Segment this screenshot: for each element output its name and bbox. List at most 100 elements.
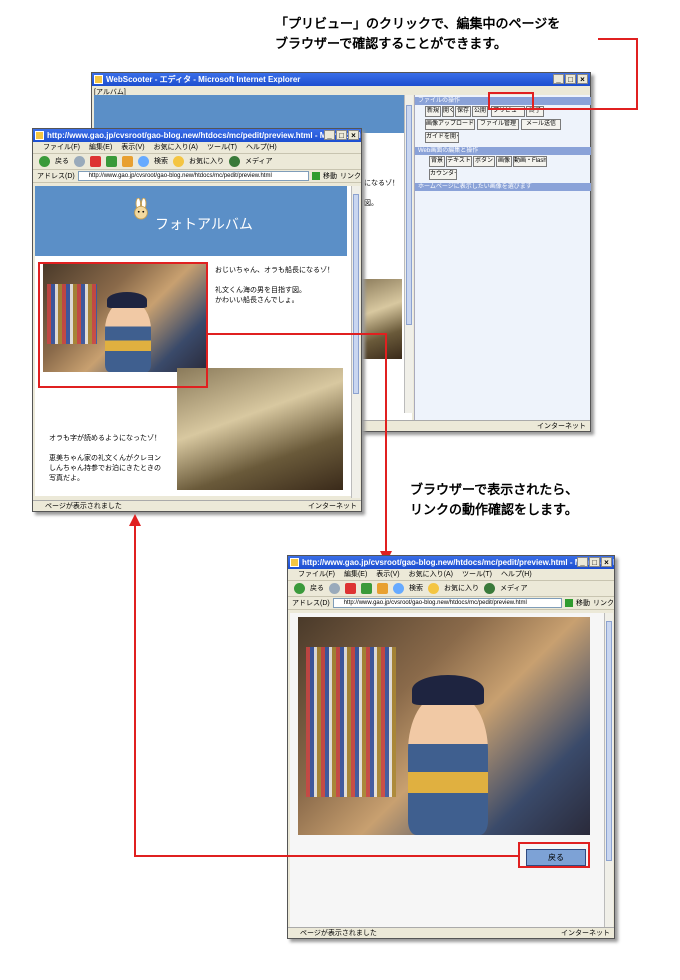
ie-icon — [35, 131, 44, 140]
preview2-scrollbar[interactable] — [604, 613, 613, 927]
address-label: アドレス(D) — [292, 599, 330, 607]
links-label[interactable]: リンク — [340, 170, 361, 182]
address-input[interactable]: http://www.gao.jp/cvsroot/gao-blog.new/h… — [77, 171, 309, 181]
editor-partial-text-1: になるゾ！ — [364, 180, 399, 187]
status-text: ページが表示されました — [300, 930, 377, 937]
search-label[interactable]: 検索 — [409, 581, 423, 596]
menu-view[interactable]: 表示(V) — [376, 569, 399, 580]
menu-help[interactable]: ヘルプ(H) — [501, 569, 532, 580]
maximize-icon[interactable]: □ — [565, 74, 576, 84]
callout-connector — [636, 38, 638, 110]
menu-view[interactable]: 表示(V) — [121, 142, 144, 153]
enlarged-photo — [298, 617, 590, 835]
menu-file[interactable]: ファイル(F) — [298, 569, 335, 580]
preview2-titlebar[interactable]: http://www.gao.jp/cvsroot/gao-blog.new/h… — [288, 556, 614, 569]
search-icon[interactable] — [138, 156, 149, 167]
photo-album-banner: フォトアルバム — [35, 186, 347, 256]
arrow-up-icon — [129, 514, 141, 526]
button-button[interactable]: ボタン — [473, 156, 495, 167]
go-label[interactable]: 移動 — [323, 170, 337, 182]
media-label[interactable]: メディア — [500, 581, 528, 596]
refresh-icon[interactable] — [106, 156, 117, 167]
search-label[interactable]: 検索 — [154, 154, 168, 169]
preview1-menubar: ファイル(F) 編集(E) 表示(V) お気に入り(A) ツール(T) ヘルプ(… — [33, 142, 361, 154]
go-label[interactable]: 移動 — [576, 597, 590, 609]
go-arrow-icon[interactable] — [565, 599, 573, 607]
forward-arrow-icon[interactable] — [329, 583, 340, 594]
maximize-icon[interactable]: □ — [589, 557, 600, 567]
open-button[interactable]: 開く — [442, 106, 454, 117]
open-guide-button[interactable]: ガイドを開く — [425, 132, 459, 143]
preview1-scrollbar[interactable] — [351, 186, 360, 498]
return-flow-connector — [134, 524, 136, 857]
preview1-statusbar: ページが表示されました インターネット — [33, 500, 361, 511]
go-arrow-icon[interactable] — [312, 172, 320, 180]
favorites-star-icon[interactable] — [428, 583, 439, 594]
album-caption-1: おじいちゃん、オラも船長になるゾ！ 礼文くん海の男を目指す図。 かわいい船長さん… — [215, 267, 334, 304]
menu-file[interactable]: ファイル(F) — [43, 142, 80, 153]
preview2-statusbar: ページが表示されました インターネット — [288, 927, 614, 938]
stop-icon[interactable] — [345, 583, 356, 594]
image-upload-button[interactable]: 画像アップロード — [425, 119, 475, 130]
callout-preview-instructions: 「プリビュー」のクリックで、編集中のページを ブラウザーで確認することができます… — [275, 16, 561, 51]
image-panel-heading: ホームページに表示したい画像を選びます — [415, 183, 591, 191]
preview2-toolbar: 戻る 検索 お気に入り メディア — [288, 581, 614, 597]
home-icon[interactable] — [122, 156, 133, 167]
preview1-titlebar[interactable]: http://www.gao.jp/cvsroot/gao-blog.new/h… — [33, 129, 361, 142]
menu-tools[interactable]: ツール(T) — [207, 142, 237, 153]
links-label[interactable]: リンク — [593, 597, 614, 609]
mail-send-button[interactable]: メール送信 — [521, 119, 561, 130]
menu-tools[interactable]: ツール(T) — [462, 569, 492, 580]
back-label[interactable]: 戻る — [310, 581, 324, 596]
media-icon[interactable] — [484, 583, 495, 594]
address-input[interactable]: http://www.gao.jp/cvsroot/gao-blog.new/h… — [332, 598, 562, 608]
edit-panel-heading: Web画面の編集と操作 — [415, 147, 591, 155]
menu-edit[interactable]: 編集(E) — [344, 569, 367, 580]
close-icon[interactable]: × — [348, 130, 359, 140]
return-flow-connector — [134, 855, 518, 857]
minimize-icon[interactable]: _ — [577, 557, 588, 567]
status-text: ページが表示されました — [45, 503, 122, 510]
menu-favorites[interactable]: お気に入り(A) — [409, 569, 453, 580]
preview1-title: http://www.gao.jp/cvsroot/gao-blog.new/h… — [47, 131, 361, 140]
editor-titlebar[interactable]: WebScooter - エディタ - Microsoft Internet E… — [92, 73, 590, 86]
ie-icon — [290, 558, 299, 567]
editor-scrollbar[interactable] — [404, 95, 413, 413]
text-button[interactable]: テキスト — [446, 156, 472, 167]
new-button[interactable]: 新規 — [425, 106, 441, 117]
menu-help[interactable]: ヘルプ(H) — [246, 142, 277, 153]
back-label[interactable]: 戻る — [55, 154, 69, 169]
back-arrow-icon[interactable] — [294, 583, 305, 594]
close-icon[interactable]: × — [577, 74, 588, 84]
editor-partial-text-2: 図。 — [364, 200, 378, 207]
publish-button[interactable]: 公開 — [472, 106, 488, 117]
minimize-icon[interactable]: _ — [324, 130, 335, 140]
maximize-icon[interactable]: □ — [336, 130, 347, 140]
favorites-label[interactable]: お気に入り — [444, 581, 479, 596]
back-arrow-icon[interactable] — [39, 156, 50, 167]
menu-favorites[interactable]: お気に入り(A) — [154, 142, 198, 153]
counter-button[interactable]: カウンター — [429, 169, 457, 180]
status-zone: インターネット — [561, 930, 610, 937]
video-flash-button[interactable]: 動画・Flash — [513, 156, 547, 167]
menu-edit[interactable]: 編集(E) — [89, 142, 112, 153]
save-button[interactable]: 保存 — [455, 106, 471, 117]
home-icon[interactable] — [377, 583, 388, 594]
forward-arrow-icon[interactable] — [74, 156, 85, 167]
favorites-star-icon[interactable] — [173, 156, 184, 167]
refresh-icon[interactable] — [361, 583, 372, 594]
file-manage-button[interactable]: ファイル管理 — [477, 119, 519, 130]
media-label[interactable]: メディア — [245, 154, 273, 169]
stop-icon[interactable] — [90, 156, 101, 167]
minimize-icon[interactable]: _ — [553, 74, 564, 84]
background-button[interactable]: 背景 — [429, 156, 445, 167]
editor-title: WebScooter - エディタ - Microsoft Internet E… — [106, 75, 301, 84]
editor-status-zone: インターネット — [537, 423, 586, 430]
favorites-label[interactable]: お気に入り — [189, 154, 224, 169]
search-icon[interactable] — [393, 583, 404, 594]
preview-window-2: http://www.gao.jp/cvsroot/gao-blog.new/h… — [287, 555, 615, 939]
image-button[interactable]: 画像 — [496, 156, 512, 167]
editor-photo — [356, 279, 402, 359]
media-icon[interactable] — [229, 156, 240, 167]
close-icon[interactable]: × — [601, 557, 612, 567]
